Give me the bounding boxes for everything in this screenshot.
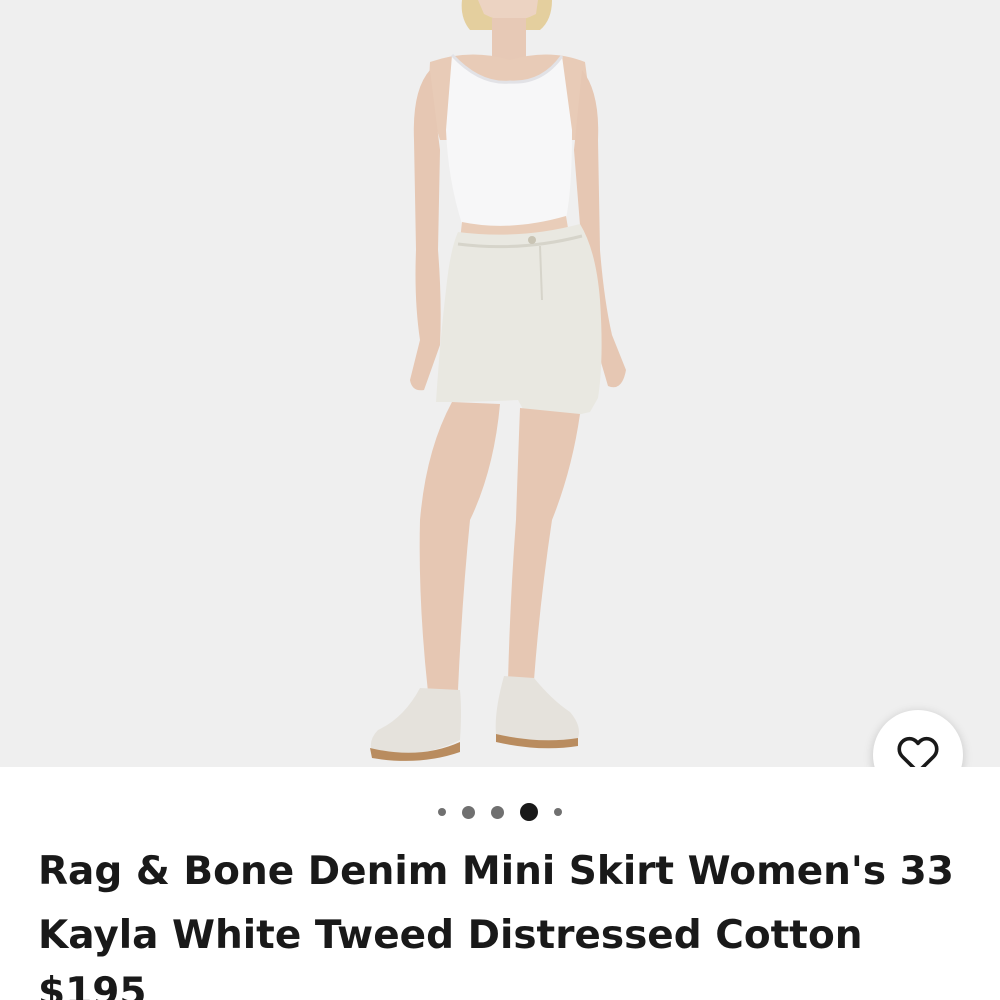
image-gallery[interactable] <box>0 0 1000 767</box>
pager-dot-3[interactable] <box>491 805 504 819</box>
pager-dot-1[interactable] <box>438 808 446 816</box>
listing-page: Rag & Bone Denim Mini Skirt Women's 33 K… <box>0 0 1000 1000</box>
listing-price: $195 <box>38 970 147 1000</box>
pager-dot-4-active[interactable] <box>520 803 538 821</box>
product-photo[interactable] <box>0 0 1000 767</box>
image-pager <box>0 798 1000 826</box>
pager-dot-5[interactable] <box>554 808 562 816</box>
heart-outline-icon <box>897 736 939 767</box>
listing-title: Rag & Bone Denim Mini Skirt Women's 33 K… <box>38 849 954 958</box>
pager-dot-2[interactable] <box>462 805 475 819</box>
